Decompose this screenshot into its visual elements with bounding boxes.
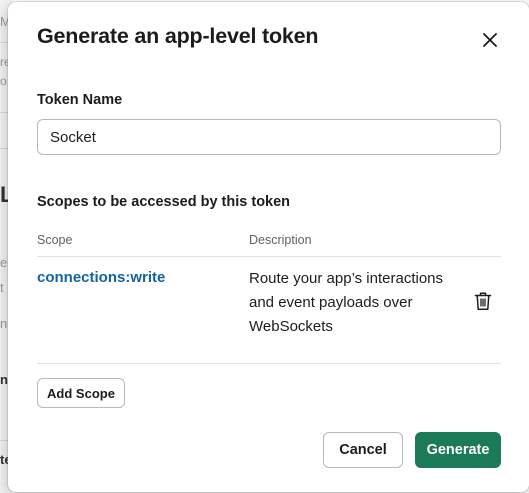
close-icon	[483, 33, 497, 47]
table-row-divider	[37, 363, 501, 364]
scope-description: Route your app’s interactions and event …	[249, 270, 444, 335]
generate-token-dialog: Generate an app-level token Token Name S…	[8, 2, 529, 492]
scope-column-header: Scope	[37, 233, 73, 247]
table-header-divider	[37, 256, 501, 257]
token-name-label: Token Name	[37, 92, 123, 108]
trash-icon	[474, 292, 492, 310]
generate-button[interactable]: Generate	[415, 432, 501, 468]
cancel-button[interactable]: Cancel	[323, 432, 403, 468]
scopes-label: Scopes to be accessed by this token	[37, 194, 291, 210]
dialog-title: Generate an app-level token	[37, 24, 319, 48]
description-column-header: Description	[249, 233, 312, 247]
add-scope-button[interactable]: Add Scope	[37, 378, 125, 408]
scope-link[interactable]: connections:write	[37, 269, 165, 286]
close-button[interactable]	[478, 28, 502, 52]
token-name-input[interactable]	[37, 119, 501, 155]
delete-scope-button[interactable]	[472, 290, 494, 312]
